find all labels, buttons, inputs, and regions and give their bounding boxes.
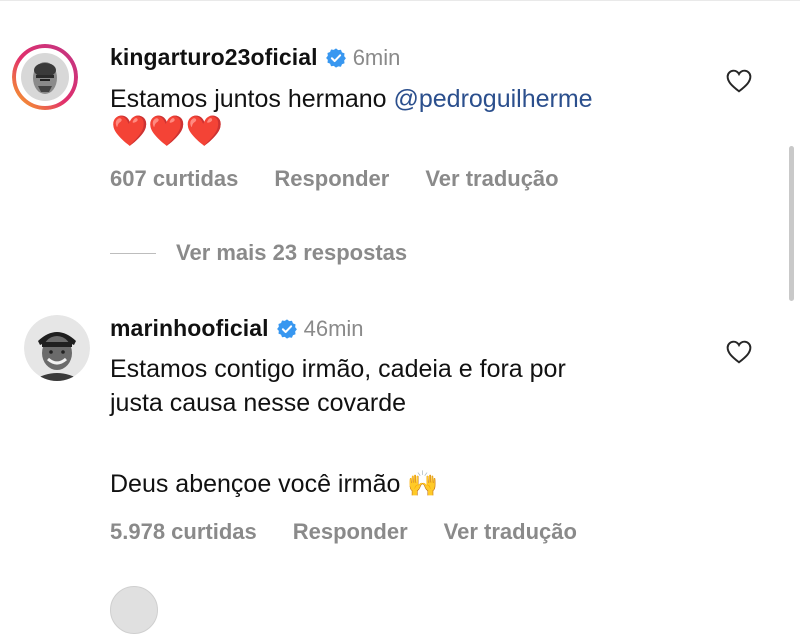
emoji-hearts: ❤️❤️❤️	[111, 115, 224, 148]
username[interactable]: kingarturo23oficial	[110, 44, 318, 71]
comment-text-line-1: Estamos contigo irmão, cadeia e fora por	[110, 355, 566, 383]
view-more-replies-label: Ver mais 23 respostas	[176, 240, 408, 265]
comment-text: Estamos juntos hermano @pedroguilherme	[110, 82, 593, 116]
comment-header: kingarturo23oficial 6min	[110, 44, 400, 71]
likes-count[interactable]: 607 curtidas	[110, 166, 238, 192]
comment-header: marinhooficial 46min	[110, 315, 364, 342]
comment-text-line-3: Deus abençoe você irmão 🙌	[110, 470, 439, 498]
verified-badge-icon	[276, 318, 297, 339]
view-more-replies[interactable]: Ver mais 23 respostas	[110, 240, 407, 266]
reply-button[interactable]: Responder	[293, 519, 408, 545]
like-heart-icon[interactable]	[726, 340, 752, 364]
like-heart-icon[interactable]	[726, 69, 752, 93]
reply-button[interactable]: Responder	[274, 166, 389, 192]
verified-badge-icon	[325, 47, 346, 68]
avatar-kingarturo23oficial[interactable]	[12, 44, 78, 110]
comment-actions: 5.978 curtidas Responder Ver tradução	[110, 519, 613, 545]
comment-text-line-2: justa causa nesse covarde	[110, 389, 407, 417]
comment-text-body: Estamos juntos hermano	[110, 85, 394, 113]
username[interactable]: marinhooficial	[110, 315, 269, 342]
likes-count[interactable]: 5.978 curtidas	[110, 519, 257, 545]
comment-time: 46min	[303, 315, 364, 341]
comment-time: 6min	[352, 44, 401, 70]
top-divider	[0, 0, 800, 1]
mention-link[interactable]: @pedroguilherme	[393, 85, 592, 113]
scrollbar[interactable]	[789, 146, 794, 301]
avatar-next-comment[interactable]	[110, 586, 158, 634]
comment-actions: 607 curtidas Responder Ver tradução	[110, 166, 595, 192]
replies-divider-line	[110, 252, 156, 254]
translate-button[interactable]: Ver tradução	[425, 166, 558, 192]
translate-button[interactable]: Ver tradução	[444, 519, 577, 545]
avatar-marinhooficial[interactable]	[24, 315, 90, 381]
